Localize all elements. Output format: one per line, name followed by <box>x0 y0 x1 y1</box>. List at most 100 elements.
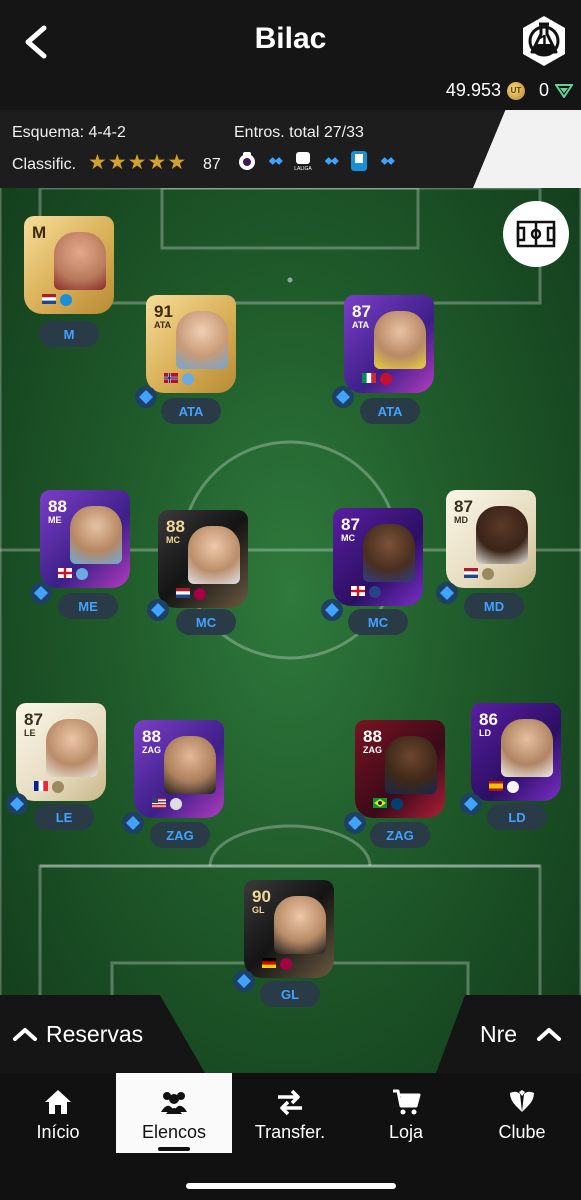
usa-flag-icon <box>152 798 166 808</box>
card-flags <box>464 568 494 580</box>
card-position: ME <box>48 515 62 525</box>
card-flags <box>42 294 72 306</box>
card-flags <box>34 781 64 793</box>
nav-transfers[interactable]: Transfer. <box>232 1073 348 1153</box>
player-portrait <box>385 736 437 794</box>
chem-diamond-icon <box>380 157 395 165</box>
germany-flag-icon <box>262 958 276 968</box>
player-card-st-left[interactable]: 91 ATA <box>146 295 236 393</box>
chemistry-icon <box>332 386 354 408</box>
card-position: LD <box>479 728 491 738</box>
star-icon: ★ <box>127 151 147 174</box>
chem-diamond-icon <box>268 157 283 165</box>
card-rating: 88 <box>142 727 161 746</box>
premier-league-icon <box>239 152 255 170</box>
flask-icon[interactable] <box>529 22 559 56</box>
card-rating: 87 <box>24 710 43 729</box>
player-card-cm-left[interactable]: 88 MC <box>158 510 248 608</box>
nav-club[interactable]: Clube <box>464 1073 580 1153</box>
nav-squads[interactable]: Elencos <box>116 1073 232 1153</box>
player-card-rb[interactable]: 86 LD <box>471 703 561 801</box>
position-pill-rb[interactable]: LD <box>487 804 547 830</box>
everton-badge-icon <box>369 586 381 598</box>
player-card-lb[interactable]: 87 LE <box>16 703 106 801</box>
pitch-view-icon <box>516 220 556 248</box>
formation-view-button[interactable] <box>503 201 569 267</box>
chem-diamond-icon <box>324 157 339 165</box>
card-position: MC <box>166 535 180 545</box>
player-card-manager[interactable]: M <box>24 216 114 314</box>
spain-flag-icon <box>489 781 503 791</box>
rating-label: Classific. <box>12 156 77 173</box>
points-value: 0 <box>538 80 549 100</box>
player-card-lm[interactable]: 88 ME <box>40 490 130 588</box>
player-card-cb-left[interactable]: 88 ZAG <box>134 720 224 818</box>
nwsl-badge-icon <box>170 798 182 810</box>
card-rating: 91 <box>154 302 173 321</box>
player-portrait <box>176 311 228 369</box>
position-pill-cm-right[interactable]: MC <box>348 609 408 635</box>
transfer-icon <box>278 1089 302 1116</box>
laliga-icon: LALIGA <box>294 152 312 172</box>
chemistry-icon <box>6 793 28 815</box>
card-rating: 87 <box>454 497 473 516</box>
icon-badge-icon <box>52 781 64 793</box>
rating-stars: ★ ★ ★ ★ ★ <box>88 152 186 173</box>
nav-home-label: Início <box>36 1122 80 1142</box>
card-position: ZAG <box>363 745 382 755</box>
player-card-cb-right[interactable]: 88 ZAG <box>355 720 445 818</box>
card-flags <box>58 568 88 580</box>
france-flag-icon <box>34 781 48 791</box>
player-portrait <box>70 506 122 564</box>
fc-points-icon <box>555 83 573 98</box>
nav-home[interactable]: Início <box>0 1073 116 1153</box>
serie-a-badge-icon <box>60 294 72 306</box>
position-pill-lb[interactable]: LE <box>34 804 94 830</box>
man-city-badge-icon <box>182 373 194 385</box>
chemistry-total: Entros. total 27/33 <box>234 124 364 141</box>
position-pill-st-right[interactable]: ATA <box>360 398 420 424</box>
substitutes-label[interactable]: Nre <box>480 1021 517 1048</box>
chevron-up-icon <box>537 1028 561 1041</box>
player-card-rm[interactable]: 87 MD <box>446 490 536 588</box>
reserves-label[interactable]: Reservas <box>46 1021 143 1048</box>
card-rating: M <box>32 223 47 242</box>
coin-icon: UT <box>506 81 525 100</box>
position-pill-cb-left[interactable]: ZAG <box>150 822 210 848</box>
real-madrid-badge-icon <box>507 781 519 793</box>
nav-store[interactable]: Loja <box>348 1073 464 1153</box>
card-rating: 87 <box>352 302 371 321</box>
england-flag-icon <box>351 586 365 596</box>
bottom-navigation: Início Elencos Transfer. Loja Clube <box>0 1073 581 1200</box>
player-card-cm-right[interactable]: 87 MC <box>333 508 423 606</box>
psg-badge-icon <box>391 798 403 810</box>
position-pill-manager[interactable]: M <box>39 321 99 347</box>
star-icon: ★ <box>88 151 107 174</box>
star-icon: ★ <box>107 151 127 174</box>
netherlands-flag-icon <box>42 294 56 304</box>
chevron-up-icon <box>13 1028 37 1041</box>
card-position: MC <box>341 533 355 543</box>
star-icon: ★ <box>167 151 187 174</box>
home-indicator <box>186 1183 396 1189</box>
player-card-gk[interactable]: 90 GL <box>244 880 334 978</box>
position-pill-lm[interactable]: ME <box>58 593 118 619</box>
player-card-st-right[interactable]: 87 ATA <box>344 295 434 393</box>
position-pill-cb-right[interactable]: ZAG <box>370 822 430 848</box>
player-portrait <box>164 736 216 794</box>
position-pill-st-left[interactable]: ATA <box>161 398 221 424</box>
chemistry-icon <box>436 582 458 604</box>
currency-display: 49.953 UT 0 <box>446 80 573 101</box>
card-position: ATA <box>352 320 370 330</box>
card-flags <box>351 586 381 598</box>
position-pill-rm[interactable]: MD <box>464 593 524 619</box>
star-icon: ★ <box>147 151 167 174</box>
card-rating: 90 <box>252 887 271 906</box>
position-pill-gk[interactable]: GL <box>260 981 320 1007</box>
card-position: ATA <box>154 320 172 330</box>
ac-milan-badge-icon <box>380 373 392 385</box>
card-rating: 87 <box>341 515 360 534</box>
chemistry-icon <box>233 970 255 992</box>
card-flags <box>164 373 194 385</box>
position-pill-cm-left[interactable]: MC <box>176 609 236 635</box>
